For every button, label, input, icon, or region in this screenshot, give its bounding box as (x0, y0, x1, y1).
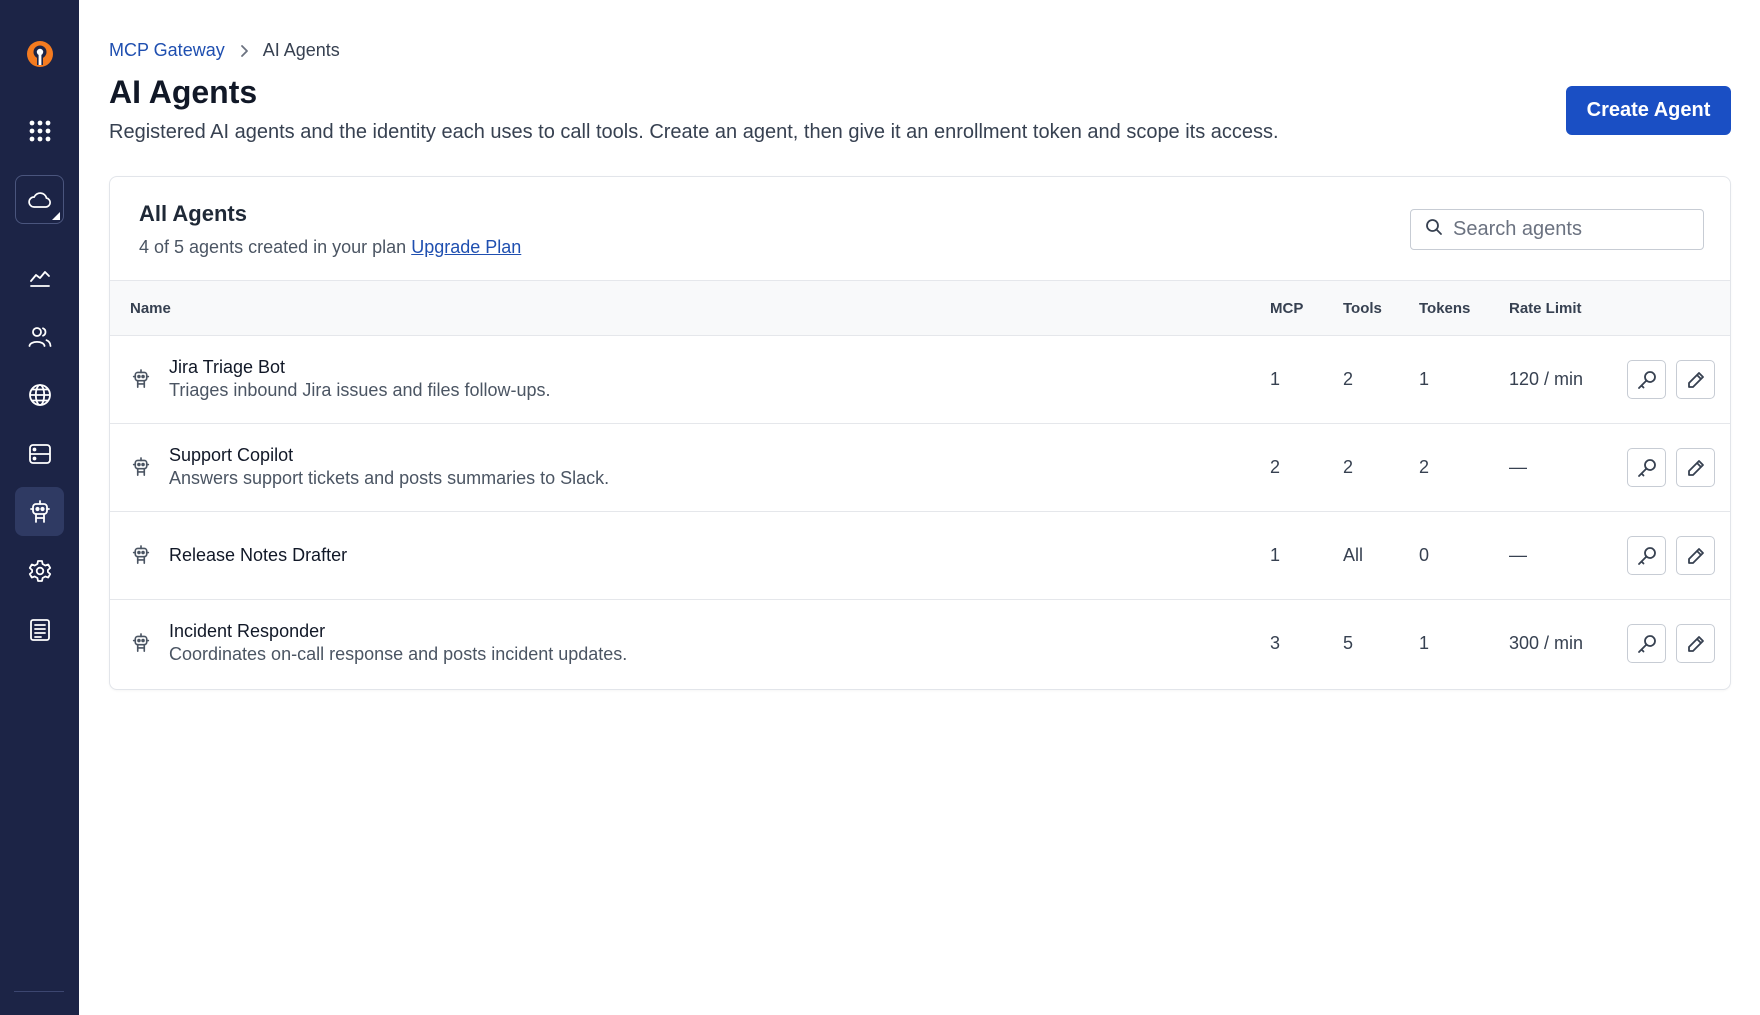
token-button[interactable] (1627, 536, 1666, 575)
column-header-mcp[interactable]: MCP (1270, 300, 1303, 317)
search-icon (1425, 218, 1443, 241)
search-input[interactable] (1453, 218, 1693, 241)
robot-icon (132, 369, 150, 394)
table-row[interactable]: Incident Responder Coordinates on-call r… (110, 600, 1730, 688)
key-icon (1637, 546, 1656, 565)
agent-name[interactable]: Support Copilot (169, 445, 293, 466)
breadcrumb-current: AI Agents (262, 40, 340, 60)
pencil-icon (1687, 371, 1704, 388)
agent-description: Answers support tickets and posts summar… (169, 468, 610, 488)
page-description: Registered AI agents and the identity ea… (109, 121, 1279, 143)
agents-card: All Agents 4 of 5 agents created in your… (109, 176, 1731, 690)
mcp-count: 1 (1270, 369, 1281, 389)
sidebar (0, 0, 79, 1015)
search-box[interactable] (1410, 209, 1704, 250)
pencil-icon (1687, 547, 1704, 564)
pencil-icon (1687, 459, 1704, 476)
tools-count: 2 (1343, 457, 1354, 477)
mcp-count: 1 (1270, 545, 1281, 565)
plan-usage-text: 4 of 5 agents created in your plan Upgra… (139, 237, 521, 258)
tokens-count: 1 (1419, 369, 1430, 389)
robot-icon (132, 633, 150, 658)
robot-icon[interactable] (15, 487, 64, 536)
cloud-icon[interactable] (15, 175, 64, 224)
column-header-tokens[interactable]: Tokens (1419, 300, 1470, 317)
agent-description: Triages inbound Jira issues and files fo… (169, 380, 551, 400)
sidebar-divider (14, 991, 64, 992)
table-row[interactable]: Jira Triage Bot Triages inbound Jira iss… (110, 336, 1730, 424)
key-icon (1637, 634, 1656, 653)
key-icon (1637, 458, 1656, 477)
agent-name[interactable]: Release Notes Drafter (169, 545, 347, 566)
tools-count: 5 (1343, 633, 1354, 653)
agent-name[interactable]: Jira Triage Bot (169, 357, 285, 378)
table-row[interactable]: Release Notes Drafter 1 All 0 — (110, 512, 1730, 600)
tokens-count: 0 (1419, 545, 1430, 565)
rate-limit: 120 / min (1509, 369, 1584, 389)
column-header-tools[interactable]: Tools (1343, 300, 1382, 317)
pencil-icon (1687, 635, 1704, 652)
table-row[interactable]: Support Copilot Answers support tickets … (110, 424, 1730, 512)
card-title: All Agents (139, 201, 247, 226)
token-button[interactable] (1627, 360, 1666, 399)
plan-usage-label: 4 of 5 agents created in your plan (139, 237, 407, 257)
token-button[interactable] (1627, 624, 1666, 663)
rate-limit: 300 / min (1509, 633, 1584, 653)
tools-count: All (1343, 545, 1364, 565)
analytics-icon[interactable] (15, 253, 64, 302)
upgrade-plan-link[interactable]: Upgrade Plan (411, 237, 521, 257)
gear-icon[interactable] (15, 546, 64, 595)
docs-icon[interactable] (15, 605, 64, 654)
mcp-count: 2 (1270, 457, 1281, 477)
token-button[interactable] (1627, 448, 1666, 487)
tokens-count: 1 (1419, 633, 1430, 653)
tokens-count: 2 (1419, 457, 1430, 477)
tools-count: 2 (1343, 369, 1354, 389)
agent-description: Coordinates on-call response and posts i… (169, 644, 628, 664)
edit-button[interactable] (1676, 360, 1715, 399)
server-icon[interactable] (15, 429, 64, 478)
logo-icon[interactable] (15, 29, 64, 78)
page-title: AI Agents (109, 74, 258, 110)
create-agent-button[interactable]: Create Agent (1566, 86, 1731, 135)
expand-corner-icon (52, 212, 60, 220)
edit-button[interactable] (1676, 448, 1715, 487)
key-icon (1637, 370, 1656, 389)
table-header: Name MCP Tools Tokens Rate Limit (110, 280, 1730, 336)
rate-limit: — (1509, 545, 1527, 565)
robot-icon (132, 545, 150, 570)
users-icon[interactable] (15, 312, 64, 361)
column-header-name[interactable]: Name (130, 300, 171, 317)
agent-name[interactable]: Incident Responder (169, 621, 325, 642)
chevron-right-icon (239, 44, 249, 58)
breadcrumb-parent-link[interactable]: MCP Gateway (109, 40, 225, 61)
edit-button[interactable] (1676, 624, 1715, 663)
column-header-rate-limit[interactable]: Rate Limit (1509, 300, 1582, 317)
robot-icon (132, 457, 150, 482)
breadcrumb: MCP Gateway AI Agents (109, 40, 340, 61)
mcp-count: 3 (1270, 633, 1281, 653)
globe-icon[interactable] (15, 370, 64, 419)
edit-button[interactable] (1676, 536, 1715, 575)
rate-limit: — (1509, 457, 1527, 477)
apps-grid-icon[interactable] (15, 106, 64, 155)
